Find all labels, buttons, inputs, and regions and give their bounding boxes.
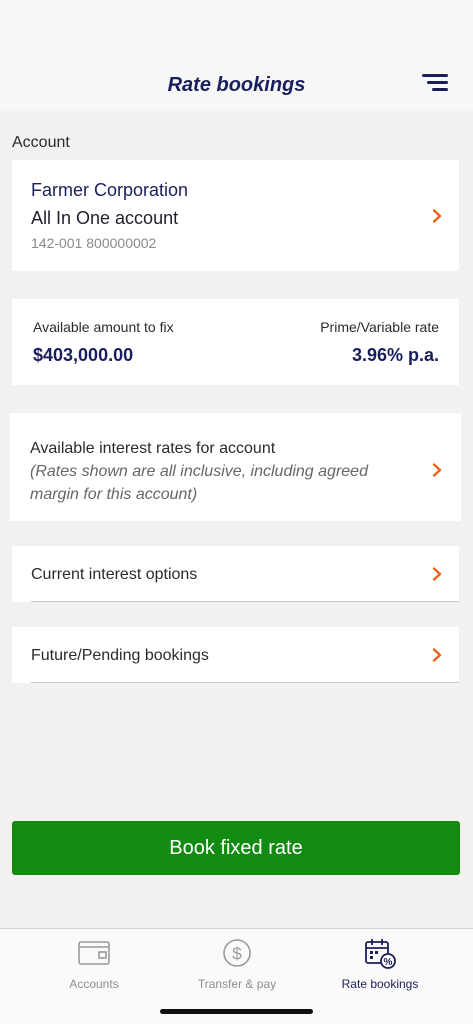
calendar-percent-icon: % (365, 939, 396, 969)
tab-rate-bookings-label: Rate bookings (341, 977, 419, 991)
account-type: All In One account (31, 208, 179, 228)
available-amount-value: $403,000.00 (33, 345, 134, 365)
dollar-circle-icon: $ (223, 939, 251, 967)
tab-accounts[interactable]: Accounts (15, 937, 173, 997)
chevron-right-icon (432, 567, 442, 581)
tab-rate-bookings[interactable]: % Rate bookings (301, 937, 459, 997)
future-pending-bookings-row[interactable]: Future/Pending bookings (12, 627, 459, 683)
account-holder-name: Farmer Corporation (31, 180, 189, 200)
available-rates-title: Available interest rates for account (30, 440, 276, 457)
svg-text:%: % (384, 957, 393, 968)
current-interest-options-label: Current interest options (31, 566, 198, 583)
future-pending-bookings-label: Future/Pending bookings (31, 647, 209, 664)
row-divider (31, 601, 459, 602)
available-amount-label: Available amount to fix (33, 319, 174, 335)
app-header: Rate bookings (0, 0, 473, 111)
account-number: 142-001 800000002 (31, 235, 157, 251)
variable-rate-label: Prime/Variable rate (320, 319, 439, 335)
hamburger-menu-icon[interactable] (420, 72, 450, 94)
chevron-right-icon (432, 463, 442, 477)
chevron-right-icon (432, 209, 442, 223)
book-fixed-rate-button[interactable]: Book fixed rate (12, 821, 460, 875)
current-interest-options-row[interactable]: Current interest options (12, 546, 459, 602)
variable-rate-value: 3.96% p.a. (351, 345, 439, 365)
row-divider (31, 682, 459, 683)
account-section-label: Account (12, 134, 70, 151)
account-card[interactable]: Farmer Corporation All In One account 14… (12, 160, 459, 271)
available-rates-card[interactable]: Available interest rates for account (Ra… (10, 413, 461, 521)
wallet-icon (78, 941, 110, 965)
amount-summary-card: Available amount to fix $403,000.00 Prim… (12, 299, 459, 385)
tab-accounts-label: Accounts (69, 977, 119, 991)
tab-transfer-pay[interactable]: $ Transfer & pay (158, 937, 316, 997)
home-indicator[interactable] (160, 1009, 313, 1014)
tab-transfer-pay-label: Transfer & pay (197, 977, 277, 991)
page-title: Rate bookings (167, 74, 306, 96)
available-rates-note: (Rates shown are all inclusive, includin… (30, 463, 368, 503)
chevron-right-icon (432, 648, 442, 662)
svg-text:$: $ (232, 944, 242, 963)
